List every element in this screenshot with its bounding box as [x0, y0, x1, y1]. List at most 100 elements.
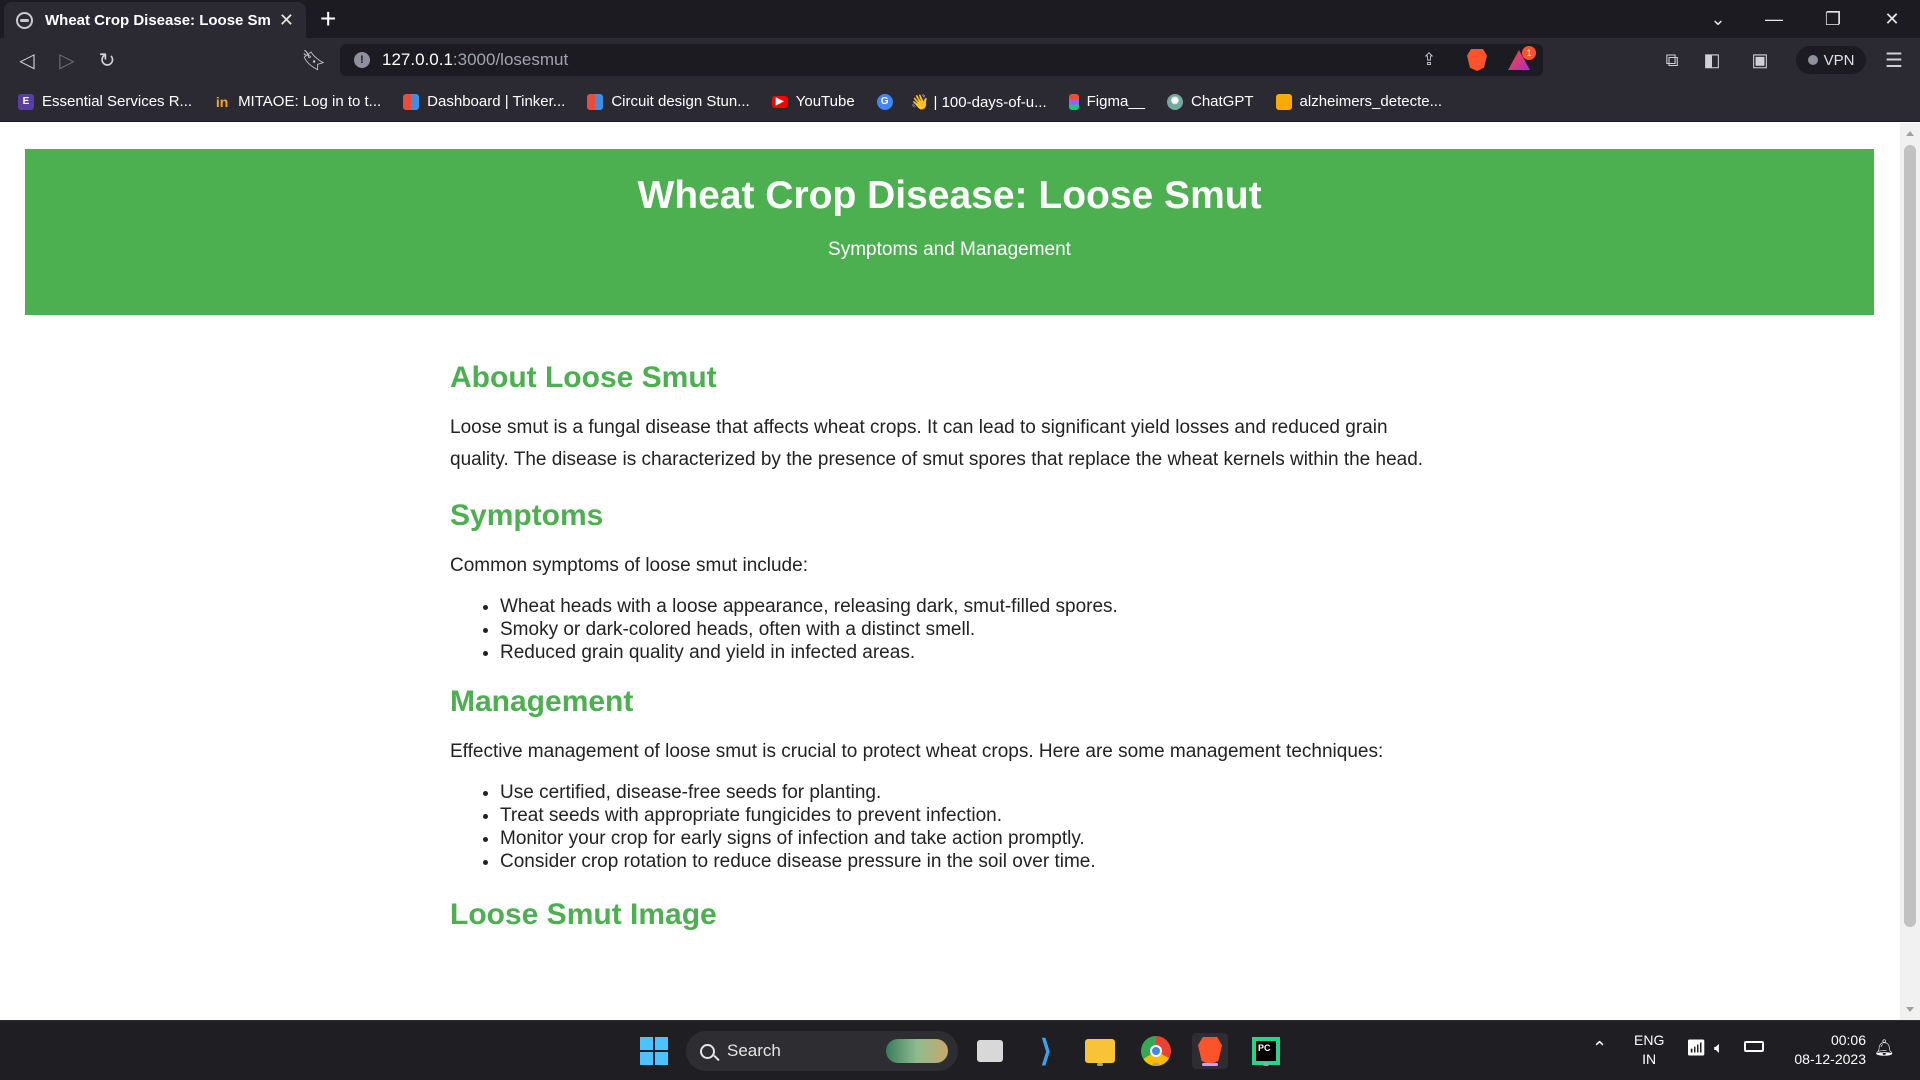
volume-icon[interactable]: 🔈︎ — [1714, 1039, 1724, 1058]
url-path: :3000/losesmut — [452, 50, 569, 69]
taskbar-search[interactable]: Search — [686, 1031, 958, 1071]
bookmark-icon[interactable]: 🔖︎ — [300, 46, 328, 74]
brave-icon — [1198, 1037, 1222, 1065]
forward-button[interactable]: ▷ — [53, 46, 81, 74]
pycharm-button[interactable]: PC — [1248, 1033, 1284, 1069]
tab-strip: Wheat Crop Disease: Loose Smut ✕ + ⌄ — ❐… — [0, 0, 1920, 38]
reload-button[interactable]: ↻ — [93, 46, 121, 74]
start-button[interactable] — [636, 1033, 672, 1069]
restore-button[interactable]: ❐ — [1805, 0, 1861, 38]
wallet-icon[interactable]: ▣ — [1746, 46, 1774, 74]
main-content: About Loose Smut Loose smut is a fungal … — [450, 336, 1450, 933]
menu-icon[interactable]: ☰ — [1880, 46, 1908, 74]
share-icon[interactable]: ⇪ — [1416, 48, 1442, 72]
google-icon: G — [876, 93, 893, 110]
management-intro: Effective management of loose smut is cr… — [450, 741, 1384, 762]
close-tab-icon[interactable]: ✕ — [279, 10, 294, 31]
bookmark-item[interactable]: 👋 | 100-days-of-u... — [911, 93, 1047, 111]
navigation-bar: ◁ ▷ ↻ 🔖︎ ! 127.0.0.1 :3000/losesmut ⇪ 1 … — [0, 38, 1920, 82]
task-view-icon — [977, 1040, 1003, 1062]
bookmark-item[interactable]: alzheimers_detecte... — [1275, 93, 1442, 110]
address-bar[interactable]: ! 127.0.0.1 :3000/losesmut ⇪ 1 — [340, 44, 1543, 76]
chatgpt-icon: ✺ — [1167, 93, 1183, 110]
list-item: Monitor your crop for early signs of inf… — [500, 827, 1450, 850]
bookmark-item[interactable]: Circuit design Stun... — [587, 93, 750, 110]
show-hidden-icons-button[interactable]: ⌃ — [1592, 1039, 1607, 1058]
tab-title: Wheat Crop Disease: Loose Smut — [45, 11, 271, 29]
tab-search-chevron-icon[interactable]: ⌄ — [1690, 0, 1746, 38]
vscode-icon: ⟩ — [1040, 1034, 1052, 1068]
page-scrollbar[interactable] — [1900, 123, 1920, 1020]
bookmark-item[interactable]: G — [876, 93, 901, 110]
vpn-button[interactable]: VPN — [1796, 46, 1866, 74]
file-explorer-button[interactable] — [1082, 1033, 1118, 1069]
taskbar: Search ⟩ PC ⌃ ENG IN 📶︎ 🔈︎ 00:06 08-12-2… — [0, 1020, 1920, 1080]
minimize-button[interactable]: — — [1746, 0, 1802, 38]
vscode-button[interactable]: ⟩ — [1028, 1033, 1064, 1069]
chrome-button[interactable] — [1138, 1033, 1174, 1069]
bookmark-item[interactable]: in MITAOE: Log in to t... — [214, 93, 381, 110]
page-viewport: Wheat Crop Disease: Loose Smut Symptoms … — [0, 123, 1900, 1020]
brave-rewards-icon[interactable]: 1 — [1506, 46, 1536, 72]
symptoms-intro: Common symptoms of loose smut include: — [450, 555, 808, 576]
list-item: Use certified, disease-free seeds for pl… — [500, 781, 1450, 804]
list-item: Reduced grain quality and yield in infec… — [500, 641, 1450, 664]
bookmark-item[interactable]: ✺ ChatGPT — [1167, 93, 1254, 110]
new-tab-button[interactable]: + — [320, 4, 336, 34]
notification-bell-icon[interactable]: 🔔︎ — [1874, 1039, 1894, 1058]
list-item: Consider crop rotation to reduce disease… — [500, 850, 1450, 873]
scrollbar-thumb[interactable] — [1904, 145, 1916, 927]
scroll-down-icon[interactable] — [1906, 1007, 1914, 1012]
active-tab[interactable]: Wheat Crop Disease: Loose Smut ✕ — [4, 2, 306, 38]
ess-icon: E — [18, 93, 34, 110]
bookmarks-bar: E Essential Services R... in MITAOE: Log i… — [0, 82, 1920, 122]
colab-icon — [1275, 93, 1292, 110]
bookmark-item[interactable]: E Essential Services R... — [18, 93, 192, 110]
management-list: Use certified, disease-free seeds for pl… — [450, 781, 1450, 873]
chrome-icon — [1141, 1036, 1171, 1066]
back-button[interactable]: ◁ — [13, 46, 41, 74]
tinkercad-icon — [587, 93, 604, 110]
rewards-badge: 1 — [1522, 46, 1536, 60]
list-item: Smoky or dark-colored heads, often with … — [500, 618, 1450, 641]
clock-date: 08-12-2023 — [1794, 1051, 1866, 1067]
clock[interactable]: 00:06 08-12-2023 — [1782, 1031, 1866, 1069]
pycharm-icon: PC — [1252, 1037, 1280, 1065]
brave-button[interactable] — [1192, 1033, 1228, 1069]
management-heading: Management — [450, 685, 634, 718]
battery-icon[interactable] — [1744, 1041, 1764, 1052]
symptoms-list: Wheat heads with a loose appearance, rel… — [450, 595, 1450, 664]
list-item: Treat seeds with appropriate fungicides … — [500, 804, 1450, 827]
mitaoe-icon: in — [215, 93, 229, 110]
image-heading: Loose Smut Image — [450, 898, 717, 931]
figma-icon — [1068, 93, 1079, 110]
bookmark-item[interactable]: Figma__ — [1068, 93, 1145, 110]
bookmark-item[interactable]: Dashboard | Tinker... — [403, 93, 565, 110]
close-window-button[interactable]: ✕ — [1864, 0, 1920, 38]
vpn-label: VPN — [1823, 51, 1855, 69]
globe-icon — [16, 11, 33, 29]
url-host: 127.0.0.1 — [382, 50, 453, 69]
page-header: Wheat Crop Disease: Loose Smut Symptoms … — [25, 149, 1874, 315]
bookmark-item[interactable]: ▶ YouTube — [771, 93, 855, 110]
site-info-icon[interactable]: ! — [354, 52, 370, 68]
tinkercad-icon — [403, 93, 420, 110]
clock-time: 00:06 — [1830, 1032, 1866, 1048]
wifi-icon[interactable]: 📶︎ — [1686, 1039, 1706, 1058]
search-highlight-image — [886, 1039, 948, 1063]
symptoms-heading: Symptoms — [450, 499, 604, 532]
youtube-icon: ▶ — [771, 95, 788, 108]
about-heading: About Loose Smut — [450, 361, 717, 394]
brave-shields-icon[interactable] — [1464, 48, 1490, 72]
language-indicator[interactable]: ENG IN — [1634, 1031, 1664, 1069]
search-icon — [700, 1043, 715, 1059]
sidebar-icon[interactable]: ◧ — [1698, 46, 1726, 74]
list-item: Wheat heads with a loose appearance, rel… — [500, 595, 1450, 618]
folder-icon — [1085, 1039, 1115, 1063]
extensions-icon[interactable]: ⧉ — [1658, 46, 1686, 74]
windows-icon — [640, 1037, 668, 1065]
search-label: Search — [727, 1041, 781, 1060]
scroll-up-icon[interactable] — [1906, 131, 1914, 136]
page-title: Wheat Crop Disease: Loose Smut — [637, 174, 1262, 217]
task-view-button[interactable] — [972, 1033, 1008, 1069]
